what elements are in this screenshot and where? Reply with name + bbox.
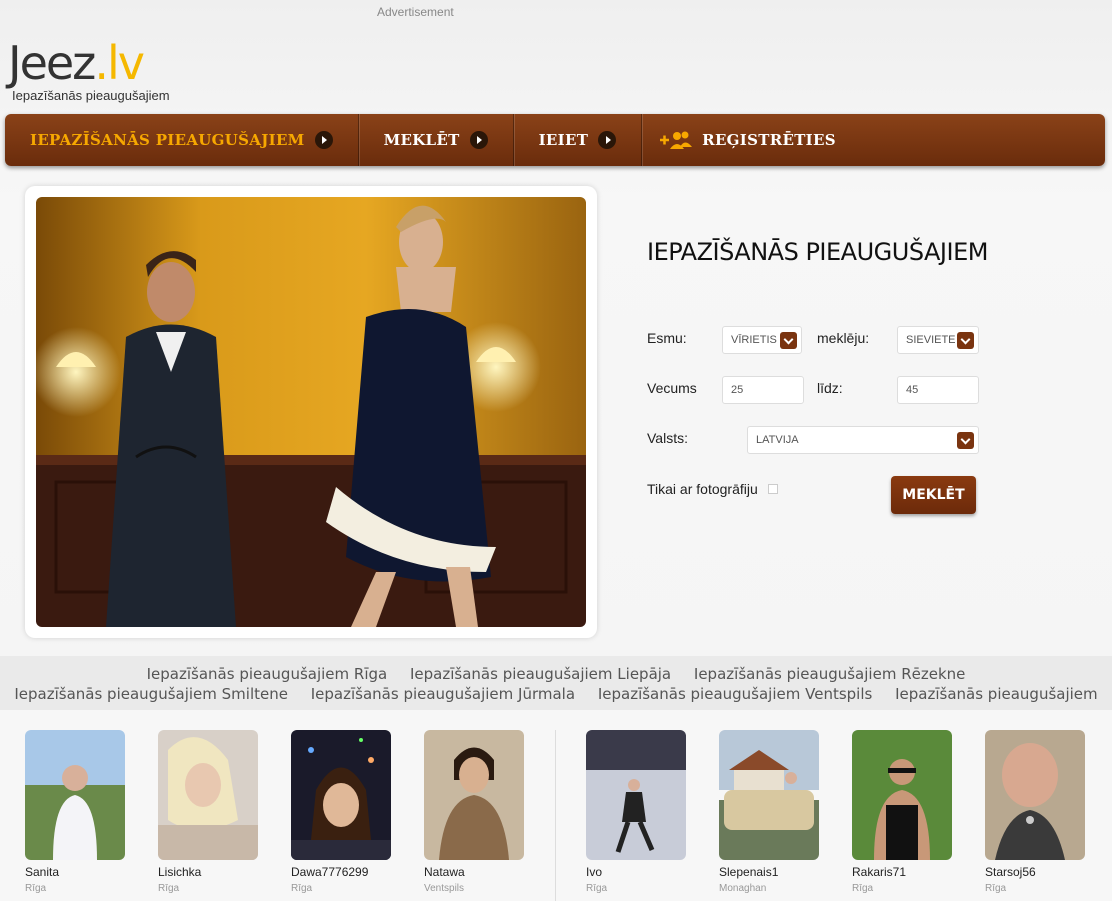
profile-photo[interactable] bbox=[158, 730, 258, 860]
country-value: LATVIJA bbox=[756, 434, 799, 446]
profile-card[interactable]: Lisichka Rīga bbox=[158, 730, 258, 894]
logo-main: Jeez bbox=[8, 36, 96, 90]
city-link-general[interactable]: Iepazīšanās pieaugušajiem bbox=[895, 685, 1098, 703]
profile-photo[interactable] bbox=[424, 730, 524, 860]
nav-item-search[interactable]: MEKLĒT bbox=[359, 114, 514, 166]
profile-city: Monaghan bbox=[719, 883, 767, 894]
country-label: Valsts: bbox=[647, 430, 688, 446]
site-logo[interactable]: Jeez.lv Iepazīšanās pieaugušajiem bbox=[8, 40, 170, 103]
nav-item-login[interactable]: IEIET bbox=[514, 114, 643, 166]
advertisement-label: Advertisement bbox=[377, 5, 454, 19]
nav-item-register[interactable]: REĢISTRĒTIES bbox=[642, 114, 861, 166]
profile-city: Rīga bbox=[985, 883, 1007, 894]
city-link-ventspils[interactable]: Iepazīšanās pieaugušajiem Ventspils bbox=[598, 685, 873, 703]
search-title: IEPAZĪŠANĀS PIEAUGUŠAJIEM bbox=[647, 238, 988, 266]
profile-name[interactable]: Dawa7776299 bbox=[291, 865, 391, 879]
city-link-liepaja[interactable]: Iepazīšanās pieaugušajiem Liepāja bbox=[410, 665, 671, 683]
i-am-select[interactable]: VĪRIETIS bbox=[722, 326, 802, 354]
city-link-rezekne[interactable]: Iepazīšanās pieaugušajiem Rēzekne bbox=[694, 665, 965, 683]
profile-photo[interactable] bbox=[985, 730, 1085, 860]
hero-photo-frame bbox=[25, 186, 597, 638]
profile-card[interactable]: Rakaris71 Rīga bbox=[852, 730, 952, 894]
arrow-right-icon bbox=[314, 131, 333, 149]
profile-city: Rīga bbox=[586, 883, 608, 894]
profile-photo[interactable] bbox=[291, 730, 391, 860]
chevron-down-icon bbox=[780, 332, 797, 349]
looking-for-select[interactable]: SIEVIETE bbox=[897, 326, 979, 354]
i-am-value: VĪRIETIS bbox=[731, 334, 777, 346]
age-from-input[interactable]: 25 bbox=[722, 376, 804, 404]
chevron-down-icon bbox=[957, 332, 974, 349]
profile-city: Rīga bbox=[291, 883, 313, 894]
profile-name[interactable]: Rakaris71 bbox=[852, 865, 952, 879]
profile-name[interactable]: Slepenais1 bbox=[719, 865, 819, 879]
profile-name[interactable]: Starsoj56 bbox=[985, 865, 1085, 879]
profile-card[interactable]: Slepenais1 Monaghan bbox=[719, 730, 819, 894]
profile-card[interactable]: Ivo Rīga bbox=[586, 730, 686, 894]
profile-photo[interactable] bbox=[586, 730, 686, 860]
profile-photo[interactable] bbox=[719, 730, 819, 860]
search-button[interactable]: MEKLĒT bbox=[891, 476, 976, 514]
hero-photo bbox=[36, 197, 586, 627]
city-link-jurmala[interactable]: Iepazīšanās pieaugušajiem Jūrmala bbox=[311, 685, 575, 703]
profile-city: Rīga bbox=[852, 883, 874, 894]
looking-for-label: meklēju: bbox=[817, 330, 870, 346]
looking-for-value: SIEVIETE bbox=[906, 334, 956, 346]
profile-name[interactable]: Lisichka bbox=[158, 865, 258, 879]
age-to-label: līdz: bbox=[817, 380, 843, 396]
nav-item-home[interactable]: IEPAZĪŠANĀS PIEAUGUŠAJIEM bbox=[5, 114, 359, 166]
city-link-riga[interactable]: Iepazīšanās pieaugušajiem Rīga bbox=[147, 665, 388, 683]
profile-card[interactable]: Sanita Rīga bbox=[25, 730, 125, 894]
add-users-icon bbox=[660, 131, 693, 149]
profile-name[interactable]: Sanita bbox=[25, 865, 125, 879]
nav-label: MEKLĒT bbox=[383, 131, 460, 149]
profile-name[interactable]: Ivo bbox=[586, 865, 686, 879]
city-links: Iepazīšanās pieaugušajiem Rīga Iepazīšan… bbox=[0, 656, 1112, 710]
profile-card[interactable]: Natawa Ventspils bbox=[424, 730, 524, 894]
photo-only-label: Tikai ar fotogrāfiju bbox=[647, 481, 758, 497]
nav-label: REĢISTRĒTIES bbox=[702, 131, 836, 149]
age-to-value: 45 bbox=[906, 384, 919, 396]
profile-name[interactable]: Natawa bbox=[424, 865, 524, 879]
nav-label: IEPAZĪŠANĀS PIEAUGUŠAJIEM bbox=[30, 131, 305, 149]
nav-label: IEIET bbox=[538, 131, 589, 149]
i-am-label: Esmu: bbox=[647, 330, 687, 346]
profile-city: Rīga bbox=[158, 883, 180, 894]
arrow-right-icon bbox=[598, 131, 617, 149]
chevron-down-icon bbox=[957, 432, 974, 449]
photo-only-checkbox[interactable] bbox=[768, 484, 778, 494]
arrow-right-icon bbox=[469, 131, 488, 149]
main-nav: IEPAZĪŠANĀS PIEAUGUŠAJIEM MEKLĒT IEIET R… bbox=[5, 114, 1105, 166]
profile-photo[interactable] bbox=[852, 730, 952, 860]
profile-city: Rīga bbox=[25, 883, 47, 894]
profile-city: Ventspils bbox=[424, 883, 465, 894]
age-from-value: 25 bbox=[731, 384, 744, 396]
logo-suffix: .lv bbox=[94, 36, 145, 90]
divider bbox=[555, 730, 556, 901]
city-link-smiltene[interactable]: Iepazīšanās pieaugušajiem Smiltene bbox=[14, 685, 288, 703]
age-label: Vecums bbox=[647, 380, 697, 396]
profile-photo[interactable] bbox=[25, 730, 125, 860]
logo-tagline: Iepazīšanās pieaugušajiem bbox=[12, 88, 170, 103]
country-select[interactable]: LATVIJA bbox=[747, 426, 979, 454]
age-to-input[interactable]: 45 bbox=[897, 376, 979, 404]
profile-card[interactable]: Starsoj56 Rīga bbox=[985, 730, 1085, 894]
profile-card[interactable]: Dawa7776299 Rīga bbox=[291, 730, 391, 894]
profile-list: Sanita Rīga Lisichka Rīga Dawa7776299 Rī… bbox=[0, 710, 1112, 901]
